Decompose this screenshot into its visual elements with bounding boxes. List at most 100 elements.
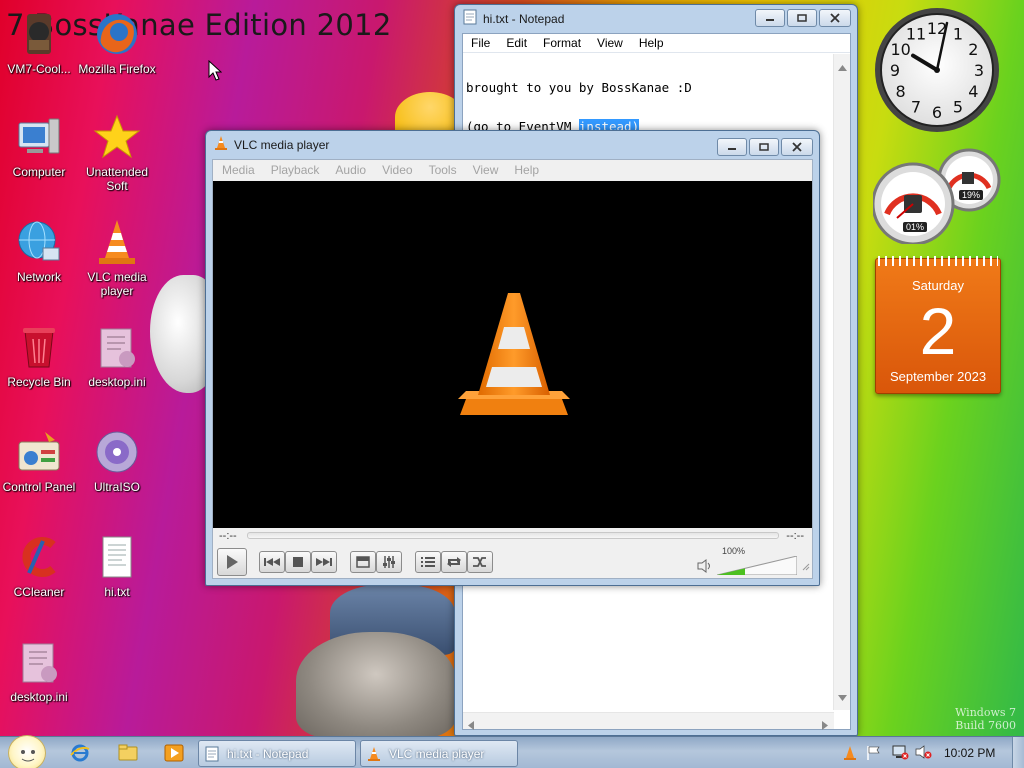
watermark-line-1: Windows 7: [955, 706, 1016, 719]
action-center-flag-icon[interactable]: [866, 745, 882, 766]
tray-vlc-icon[interactable]: [843, 745, 857, 766]
vlc-window[interactable]: VLC media player Media Playback Audio Vi…: [205, 130, 820, 586]
internet-explorer-icon: [70, 744, 90, 762]
vlc-menu-audio[interactable]: Audio: [327, 163, 374, 177]
recycle-bin-icon: [15, 323, 63, 371]
taskbar-clock[interactable]: 10:02 PM: [944, 746, 995, 760]
media-player-icon: [164, 744, 184, 762]
notepad-menu-help[interactable]: Help: [631, 36, 672, 50]
vlc-video-area[interactable]: [213, 181, 812, 528]
vlc-menu-tools[interactable]: Tools: [421, 163, 465, 177]
desktop-icon-hi-txt[interactable]: hi.txt: [78, 533, 156, 599]
show-desktop-button[interactable]: [1012, 737, 1024, 768]
desktop-icon-ccleaner[interactable]: CCleaner: [0, 533, 78, 599]
skip-previous-icon: [264, 558, 280, 566]
vlc-cone-icon: [93, 218, 141, 266]
notepad-app-icon: [463, 9, 477, 30]
star-icon: [93, 113, 141, 161]
notepad-menu-format[interactable]: Format: [535, 36, 589, 50]
clock-gadget[interactable]: 12 1 2 3 4 5 6 7 8 9 10 11: [873, 6, 1001, 134]
mouse-cursor-icon: [208, 59, 223, 87]
vlc-menu-playback[interactable]: Playback: [263, 163, 328, 177]
vlc-maximize-button[interactable]: [749, 138, 779, 156]
watermark-line-2: Build 7600: [955, 719, 1016, 732]
notepad-menu-file[interactable]: File: [463, 36, 498, 50]
network-icon: [15, 218, 63, 266]
scroll-down-arrow-icon[interactable]: [838, 688, 847, 706]
cpu-meter-gadget[interactable]: 01% 19%: [871, 148, 1001, 246]
desktop-icon-label: Mozilla Firefox: [78, 62, 156, 76]
calendar-weekday: Saturday: [911, 278, 965, 293]
desktop-icon-label: UltraISO: [93, 480, 140, 494]
desktop-icon-control-panel[interactable]: Control Panel: [0, 428, 78, 494]
wallpaper-watermark: Windows 7 Build 7600: [955, 706, 1016, 732]
desktop-icon-unattended-soft[interactable]: Unattended Soft: [78, 113, 156, 193]
vlc-extended-settings-button[interactable]: [376, 551, 402, 573]
taskbar-task-vlc[interactable]: VLC media player: [360, 740, 518, 767]
taskbar-pin-internet-explorer[interactable]: [70, 743, 90, 768]
ini-file-icon: [93, 323, 141, 371]
desktop-icon-label: desktop.ini: [10, 690, 68, 704]
scroll-right-arrow-icon[interactable]: [822, 717, 828, 735]
notepad-titlebar[interactable]: hi.txt - Notepad: [455, 5, 857, 33]
desktop-icon-vm7-tool[interactable]: VM7-Cool...: [0, 10, 78, 76]
desktop-icon-recycle-bin[interactable]: Recycle Bin: [0, 323, 78, 389]
vlc-shuffle-button[interactable]: [467, 551, 493, 573]
computer-icon: [15, 113, 63, 161]
calendar-day: 2: [919, 294, 957, 368]
vlc-mute-button[interactable]: [697, 559, 713, 578]
shuffle-icon: [473, 557, 486, 567]
notepad-horizontal-scrollbar[interactable]: [463, 712, 834, 730]
taskbar-pin-media-player[interactable]: [164, 743, 184, 768]
play-icon: [227, 555, 238, 569]
notepad-close-button[interactable]: [819, 9, 851, 27]
taskbar-task-notepad[interactable]: hi.txt - Notepad: [198, 740, 356, 767]
desktop-icon-label: VLC media player: [87, 270, 147, 298]
notepad-vertical-scrollbar[interactable]: [833, 54, 850, 710]
desktop-icon-vlc[interactable]: VLC media player: [78, 218, 156, 298]
resize-grip-icon[interactable]: [802, 558, 810, 576]
desktop-icon-ultraiso[interactable]: UltraISO: [78, 428, 156, 494]
vlc-titlebar[interactable]: VLC media player: [206, 131, 819, 159]
calendar-gadget[interactable]: Saturday 2 September 2023: [875, 256, 1001, 394]
taskbar-task-label: VLC media player: [389, 746, 485, 761]
scroll-left-arrow-icon[interactable]: [468, 717, 474, 735]
volume-tray-icon[interactable]: [915, 744, 933, 765]
playlist-icon: [421, 557, 435, 567]
vlc-close-button[interactable]: [781, 138, 813, 156]
notepad-text-line-1: brought to you by BossKanae :D: [466, 80, 692, 95]
vlc-menu-help[interactable]: Help: [506, 163, 547, 177]
desktop-icon-desktop-ini[interactable]: desktop.ini: [78, 323, 156, 389]
vlc-volume-slider[interactable]: [716, 555, 798, 576]
desktop-icon-computer[interactable]: Computer: [0, 113, 78, 179]
vlc-next-button[interactable]: [311, 551, 337, 573]
network-tray-icon[interactable]: [891, 744, 909, 765]
desktop-icon-desktop-ini-2[interactable]: desktop.ini: [0, 638, 78, 704]
vlc-menu-view[interactable]: View: [465, 163, 507, 177]
taskbar: hi.txt - Notepad VLC media player 10:02 …: [0, 735, 1024, 768]
disc-icon: [93, 428, 141, 476]
desktop-icon-firefox[interactable]: Mozilla Firefox: [78, 10, 156, 76]
vlc-stop-button[interactable]: [285, 551, 311, 573]
vlc-seek-bar[interactable]: [247, 532, 779, 539]
notepad-maximize-button[interactable]: [787, 9, 817, 27]
desktop-icon-label: Computer: [12, 165, 66, 179]
notepad-menu-view[interactable]: View: [589, 36, 631, 50]
vlc-previous-button[interactable]: [259, 551, 285, 573]
clock-number: 2: [968, 40, 978, 59]
scroll-up-arrow-icon[interactable]: [838, 58, 847, 76]
notepad-minimize-button[interactable]: [755, 9, 785, 27]
start-button[interactable]: [8, 735, 46, 768]
vlc-minimize-button[interactable]: [717, 138, 747, 156]
vlc-play-button[interactable]: [217, 548, 247, 576]
fullscreen-icon: [356, 556, 370, 568]
notepad-menu-edit[interactable]: Edit: [498, 36, 535, 50]
vlc-playlist-button[interactable]: [415, 551, 441, 573]
vlc-menu-video[interactable]: Video: [374, 163, 420, 177]
desktop-icon-network[interactable]: Network: [0, 218, 78, 284]
vlc-menu-media[interactable]: Media: [214, 163, 263, 177]
vlc-fullscreen-button[interactable]: [350, 551, 376, 573]
vlc-loop-button[interactable]: [441, 551, 467, 573]
clock-number: 4: [968, 82, 978, 101]
taskbar-pin-explorer[interactable]: [118, 743, 138, 766]
